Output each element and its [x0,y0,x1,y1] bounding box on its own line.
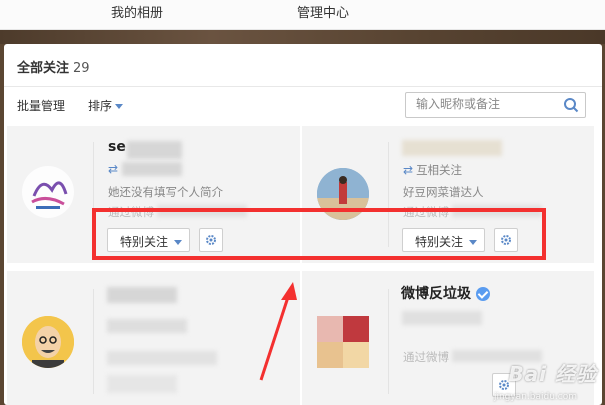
chevron-down-icon [115,104,124,109]
blurred-source [107,351,217,365]
user-bio: 她还没有填写个人简介 [108,185,223,199]
avatar-image [317,316,369,368]
avatar[interactable] [22,166,74,218]
follow-source: 通过微博 [403,350,449,364]
avatar-image [22,316,74,368]
highlight-box [92,208,546,260]
top-navigation: 我的相册 管理中心 [0,0,605,30]
search-box [405,92,586,118]
user-name[interactable]: 微博反垃圾 [401,283,471,303]
batch-manage-link[interactable]: 批量管理 [17,97,65,114]
sort-dropdown[interactable]: 排序 [88,97,124,114]
watermark-url: jingyan.baidu.com [493,392,577,402]
blurred-bio [107,319,187,333]
divider [4,86,602,87]
nav-my-album[interactable]: 我的相册 [111,2,163,21]
blurred-mutual [122,162,182,176]
search-icon[interactable] [563,97,579,113]
avatar-image [22,166,74,218]
avatar[interactable] [317,316,369,368]
nav-management-center[interactable]: 管理中心 [297,2,349,21]
verified-badge-icon [476,287,490,301]
blurred-name [127,141,182,159]
user-bio: 好豆网菜谱达人 [403,185,484,199]
mutual-follow-icon: ⇄ [108,162,119,176]
arrow-icon [259,282,297,381]
panel-title: 全部关注 29 [17,57,90,76]
panel-title-label: 全部关注 [17,61,70,76]
mutual-status: ⇄ [108,162,121,176]
card-divider [93,289,94,394]
follow-count: 29 [73,61,90,76]
mutual-follow-icon: ⇄ [403,163,414,177]
search-input[interactable] [416,97,556,111]
blurred-name [107,287,177,303]
card-divider [388,289,389,394]
watermark-logo: Bai 经验 [508,362,597,386]
avatar[interactable] [22,316,74,368]
blurred-mutual [402,311,482,325]
sort-label: 排序 [88,99,113,113]
mutual-status: ⇄ 互相关注 [403,162,462,178]
mutual-status-label: 互相关注 [416,163,463,177]
blurred-name [402,140,502,156]
blurred-buttons [107,375,177,393]
user-name[interactable]: se [108,139,126,155]
